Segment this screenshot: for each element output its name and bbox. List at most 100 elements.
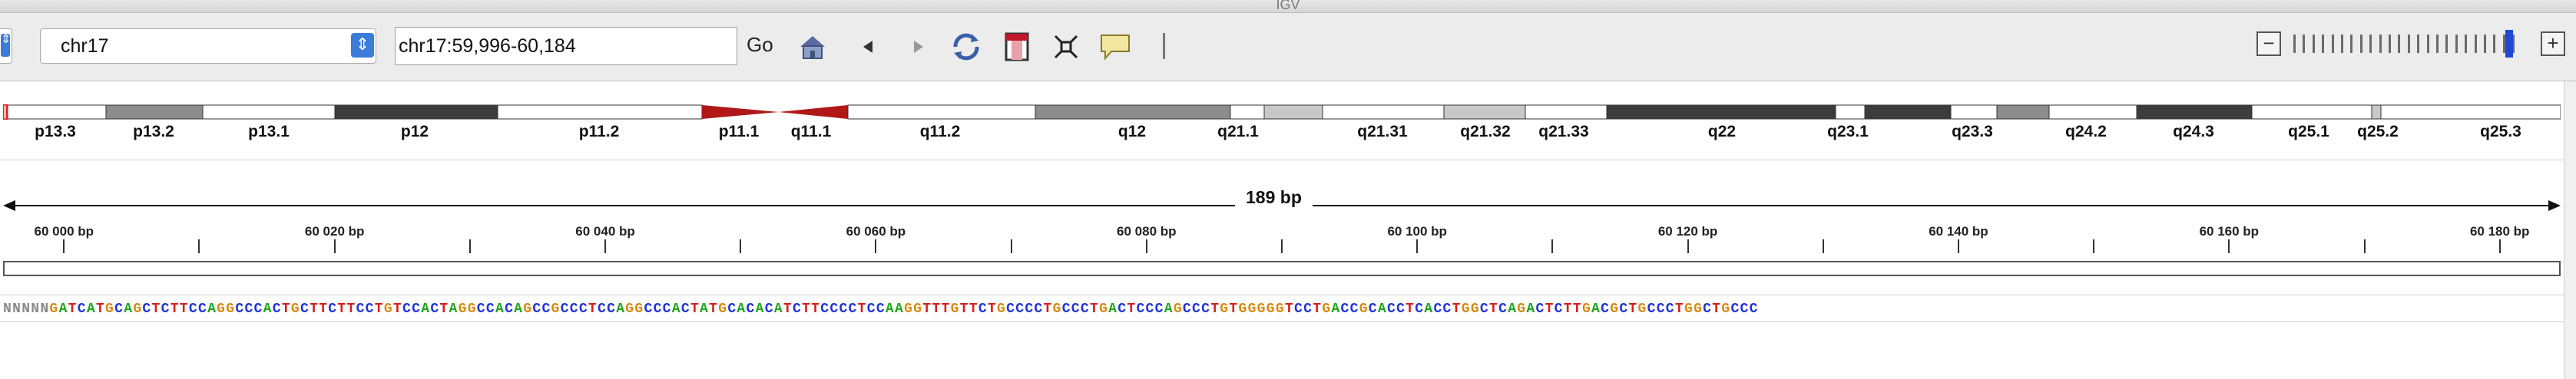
zoom-in-button[interactable]: + bbox=[2541, 31, 2565, 56]
refresh-icon[interactable] bbox=[949, 30, 983, 64]
zoom-tick bbox=[2484, 35, 2486, 53]
band-label-q25.3: q25.3 bbox=[2480, 123, 2521, 140]
ideogram-band-p13.1[interactable] bbox=[202, 104, 336, 120]
ruler-tick-mark bbox=[1822, 239, 1824, 253]
zoom-tick bbox=[2369, 35, 2372, 53]
ideogram-band-q24.2[interactable] bbox=[2048, 104, 2137, 120]
ruler-tick-mark bbox=[198, 239, 200, 253]
locus-value: chr17:59,996-60,184 bbox=[399, 35, 576, 57]
ideogram-band-p11.1[interactable] bbox=[702, 105, 779, 119]
band-label-p13.3: p13.3 bbox=[35, 123, 76, 140]
back-icon[interactable] bbox=[851, 30, 885, 64]
ruler-span-label: 189 bp bbox=[1235, 187, 1313, 208]
chromosome-dropdown[interactable]: chr17 ⇕ bbox=[40, 28, 376, 64]
band-label-q23.3: q23.3 bbox=[1952, 123, 1993, 140]
ruler-tick-mark bbox=[875, 239, 877, 253]
genome-dropdown[interactable]: ⇕ bbox=[0, 28, 12, 64]
ideogram-band-p13.3[interactable] bbox=[3, 104, 107, 120]
window-title: IGV bbox=[1276, 0, 1300, 12]
band-label-q11.2: q11.2 bbox=[919, 123, 961, 140]
vertical-scrollbar[interactable] bbox=[2564, 81, 2576, 379]
ruler-tick-mark bbox=[604, 239, 607, 253]
toolbar-separator bbox=[1163, 33, 1165, 59]
zoom-tick bbox=[2417, 35, 2420, 53]
ideogram-band-p13.2[interactable] bbox=[105, 104, 204, 120]
ruler-tick-mark bbox=[2363, 239, 2366, 253]
zoom-tick bbox=[2341, 35, 2343, 53]
zoom-tick bbox=[2426, 35, 2429, 53]
ruler-tick-mark bbox=[740, 239, 742, 253]
ideogram-band-q23.1[interactable] bbox=[1835, 104, 1866, 120]
band-label-q21.1: q21.1 bbox=[1217, 123, 1259, 140]
ruler-tick-label: 60 100 bp bbox=[1387, 224, 1447, 239]
forward-icon[interactable] bbox=[902, 30, 935, 64]
ideogram-band-q24.3[interactable] bbox=[2136, 104, 2253, 120]
ruler-tick-label: 60 120 bp bbox=[1657, 224, 1718, 239]
zoom-tick bbox=[2322, 35, 2325, 53]
ideogram-band-q22[interactable] bbox=[1606, 104, 1836, 120]
ideogram-band-q25.3[interactable] bbox=[2380, 104, 2561, 120]
ideogram-band-q25.1[interactable] bbox=[2251, 104, 2372, 120]
band-label-p13.2: p13.2 bbox=[133, 123, 174, 140]
go-button[interactable]: Go bbox=[747, 33, 773, 57]
ideogram-band-q11.2[interactable] bbox=[847, 104, 1036, 120]
roi-icon[interactable] bbox=[1000, 30, 1034, 64]
locus-input[interactable]: chr17:59,996-60,184 bbox=[395, 27, 737, 65]
ruler-tick-mark bbox=[63, 239, 65, 253]
ideogram-band-q23.2[interactable] bbox=[1864, 104, 1952, 120]
ruler-tick-label: 60 080 bp bbox=[1117, 224, 1177, 239]
ruler-tick-mark bbox=[2093, 239, 2095, 253]
ruler-tick-mark bbox=[1687, 239, 1689, 253]
ideogram-band-p11.2[interactable] bbox=[497, 104, 703, 120]
toolbar: ⇕ chr17 ⇕ chr17:59,996-60,184 Go − + bbox=[0, 13, 2576, 81]
ideogram-band-q23.3[interactable] bbox=[1950, 104, 1998, 120]
ruler-tick-label: 60 180 bp bbox=[2469, 224, 2530, 239]
genome-dropdown-arrow-icon[interactable]: ⇕ bbox=[1, 34, 11, 57]
chromosome-dropdown-arrow-icon[interactable]: ⇕ bbox=[351, 33, 374, 58]
ideogram-band-q21.32[interactable] bbox=[1443, 104, 1526, 120]
zoom-tick bbox=[2445, 35, 2449, 53]
band-label-p11.1: p11.1 bbox=[718, 123, 760, 140]
band-label-q11.1: q11.1 bbox=[790, 123, 832, 140]
zoom-tick bbox=[2293, 35, 2296, 53]
band-label-q12: q12 bbox=[1117, 123, 1147, 140]
ruler-tick-mark bbox=[469, 239, 471, 253]
ideogram-band-q11.1[interactable] bbox=[779, 105, 848, 119]
ideogram-band-p12[interactable] bbox=[334, 104, 498, 120]
ideogram-band-q25.2[interactable] bbox=[2371, 104, 2382, 120]
ruler-tick-mark bbox=[2498, 239, 2501, 253]
popup-text-icon[interactable] bbox=[1098, 30, 1132, 64]
ideogram-band-q24.1[interactable] bbox=[1996, 104, 2050, 120]
zoom-slider-thumb[interactable] bbox=[2505, 30, 2513, 58]
ruler-tick-label: 60 000 bp bbox=[34, 224, 94, 239]
zoom-tick bbox=[2436, 35, 2439, 53]
ruler-tick-mark bbox=[2228, 239, 2230, 253]
ideogram-band-q12[interactable] bbox=[1035, 104, 1231, 120]
ruler-tick-label: 60 040 bp bbox=[575, 224, 635, 239]
zoom-tick bbox=[2312, 35, 2315, 53]
title-bar: IGV bbox=[0, 0, 2576, 13]
fit-icon[interactable] bbox=[1049, 30, 1083, 64]
band-label-p12: p12 bbox=[400, 123, 429, 140]
zoom-tick bbox=[2389, 35, 2391, 53]
sequence-bases: NNNNNGATCATGCAGCTCTTCCAGGCCCACTGCTTCTTCC… bbox=[3, 302, 1759, 317]
ruler-track-box bbox=[3, 261, 2561, 276]
zoom-tick bbox=[2359, 35, 2362, 53]
zoom-slider[interactable] bbox=[2293, 31, 2524, 56]
zoom-out-button[interactable]: − bbox=[2256, 31, 2281, 56]
ruler-tick-mark bbox=[1551, 239, 1554, 253]
chromosome-ideogram[interactable] bbox=[3, 104, 2561, 120]
home-icon[interactable] bbox=[796, 30, 829, 64]
ruler-tick-mark bbox=[1010, 239, 1012, 253]
ideogram-band-q21.31[interactable] bbox=[1322, 104, 1445, 120]
band-label-q21.33: q21.33 bbox=[1538, 123, 1589, 140]
zoom-tick bbox=[2379, 35, 2382, 53]
main-panel: p13.3 p13.2 p13.1 p12 p11.2 p11.1 q11.1 q11.2 q1… bbox=[0, 81, 2576, 379]
zoom-tick bbox=[2474, 35, 2477, 53]
ideogram-band-q21.2[interactable] bbox=[1263, 104, 1323, 120]
ideogram-band-q21.1[interactable] bbox=[1230, 104, 1265, 120]
ruler-tick-label: 60 060 bp bbox=[846, 224, 906, 239]
ruler-tick-label: 60 020 bp bbox=[304, 224, 365, 239]
ideogram-band-q21.33[interactable] bbox=[1525, 104, 1608, 120]
sequence-track[interactable]: NNNNNGATCATGCAGCTCTTCCAGGCCCACTGCTTCTTCC… bbox=[0, 295, 2565, 322]
